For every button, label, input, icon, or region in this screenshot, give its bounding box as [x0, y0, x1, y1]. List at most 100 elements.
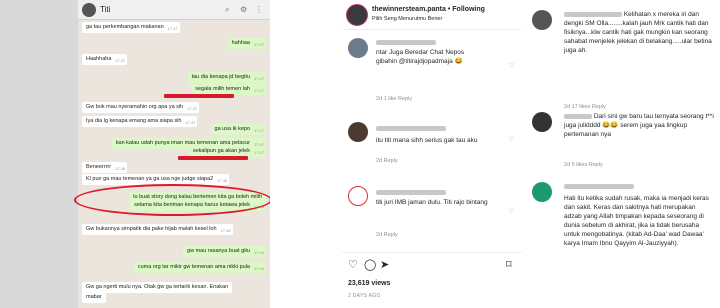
message-time: 17.48 [115, 166, 126, 171]
message-time: 17.47 [187, 106, 198, 111]
message-text: sekalipun ga akan jelek [192, 148, 250, 154]
whatsapp-chat-panel: Titi ⌕ ⚙ ⋮ ga tau perkembangan makanan 17… [0, 0, 270, 308]
instagram-post-panel: thewinnersteam.panta • Following Pilih S… [342, 0, 522, 308]
message-text: Gw bok mau nyeramahin org apa ya sih [86, 104, 184, 110]
commenter-avatar[interactable] [532, 182, 552, 202]
comment-username-redacted [376, 38, 516, 47]
contact-name[interactable]: Titi [100, 5, 110, 14]
settings-icon[interactable]: ⚙ [240, 5, 247, 14]
message-bubble: mabar [82, 292, 106, 303]
message-time: 17.48 [220, 228, 231, 233]
post-date: 2 DAYS AGO [348, 293, 381, 299]
message-time: 17.47 [167, 26, 178, 31]
message-bubble: Beneerrrrr 17.48 [82, 162, 128, 173]
red-underline [178, 156, 248, 160]
bookmark-icon[interactable]: ⌑ [506, 260, 512, 271]
like-heart-icon[interactable]: ♡ [509, 62, 514, 69]
more-icon[interactable]: ⋮ [255, 5, 263, 14]
commenter-avatar[interactable] [348, 186, 368, 206]
comment-username-redacted [376, 124, 516, 133]
comments-panel: Kelihatan x mereka iri dan dengki SM Oll… [532, 0, 720, 308]
message-time: 17.47 [253, 128, 264, 133]
username[interactable]: thewinnersteam.panta [372, 6, 446, 13]
account-avatar[interactable] [346, 4, 368, 26]
message-time: 17.47 [253, 42, 264, 47]
comment-meta[interactable]: 2d 5 likes Reply [564, 162, 603, 168]
message-text: tau dia kenapa jd begitu [191, 74, 250, 80]
message-text: Gw ga ngerti mulu nya. Otak gw ga tertar… [86, 284, 229, 290]
comment-meta[interactable]: 2d 17 likes Reply [564, 104, 606, 110]
post-subtitle: Pilih Seng Menurutmu Bener [372, 16, 443, 22]
redacted-name [564, 11, 622, 17]
comment-text: Kelihatan x mereka iri dan dengki SM Oll… [564, 10, 714, 55]
comment-text: titi juri IMB jaman dulu. Titi rajo bint… [376, 199, 488, 206]
message-text: Beneerrrrr [86, 164, 112, 170]
comment-text: Hati itu ketika sudah rusak, maka ia men… [564, 195, 709, 247]
message-bubble: ga usa ik kepo 17.47 [210, 124, 266, 135]
message-bubble: cuma org tar mikir gw temenan ama nikki … [133, 262, 266, 273]
message-text: hahhaa [231, 40, 250, 46]
message-bubble: Gw bukannya simpatik dia pake hijab mala… [82, 224, 233, 235]
screenshot-collage: Titi ⌕ ⚙ ⋮ ga tau perkembangan makanan 17… [0, 0, 720, 308]
comment-item: Dari sini gw baru tau ternyata seorang t… [532, 112, 718, 170]
message-bubble: tau dia kenapa jd begitu 17.47 [187, 72, 266, 83]
message-text: ga tau perkembangan makanan [86, 24, 164, 30]
account-username[interactable]: thewinnersteam.panta • Following [372, 6, 485, 13]
message-text: mabar [86, 294, 102, 300]
message-bubble: Haahhaha 17.47 [82, 54, 128, 65]
message-text: Kl pun ga mau temenan ya ga usa nge judg… [86, 176, 214, 182]
contact-avatar[interactable] [82, 3, 96, 17]
commenter-avatar[interactable] [532, 112, 552, 132]
message-text: Gw bukannya simpatik dia pake hijab mala… [86, 226, 217, 232]
comment-meta[interactable]: 2d 1 like Reply [376, 96, 412, 102]
message-list: ga tau perkembangan makanan 17.47 hahhaa 1… [74, 20, 270, 308]
like-heart-icon[interactable]: ♡ [509, 136, 514, 143]
search-icon[interactable]: ⌕ [225, 5, 229, 15]
comment-meta[interactable]: 2d Reply [376, 158, 398, 164]
comment-username-redacted [376, 188, 516, 197]
comment-meta[interactable]: 2d Reply [376, 232, 398, 238]
comment-item: ntar Juga Beredar Chat Nepos gibahin @ti… [348, 38, 518, 108]
following-label[interactable]: • Following [448, 6, 485, 13]
like-heart-icon[interactable]: ♡ [509, 208, 514, 215]
message-text: cuma org tar mikir gw temenan ama nikki … [137, 264, 250, 270]
share-icon[interactable]: ➤ [380, 260, 389, 271]
comment-item: Kelihatan x mereka iri dan dengki SM Oll… [532, 10, 718, 110]
message-time: 17.49 [253, 250, 264, 255]
commenter-avatar[interactable] [532, 10, 552, 30]
message-bubble: hahhaa 17.47 [227, 38, 266, 49]
message-time: 17.48 [217, 178, 228, 183]
heart-icon[interactable]: ♡ [348, 260, 358, 271]
message-time: 17.49 [253, 266, 264, 271]
comment-icon[interactable]: ◯ [364, 260, 376, 271]
message-time: 17.47 [185, 120, 196, 125]
redacted-name [376, 189, 446, 195]
comment-text: ntar Juga Beredar Chat Nepos gibahin @ti… [376, 49, 465, 65]
commenter-avatar[interactable] [348, 38, 368, 58]
redacted-name [564, 183, 634, 189]
message-bubble: Gw bok mau nyeramahin org apa ya sih 17.4… [82, 102, 200, 113]
view-count[interactable]: 23,619 views [348, 280, 390, 287]
message-time: 17.47 [115, 58, 126, 63]
blurred-area [0, 0, 78, 308]
red-underline [164, 94, 234, 98]
post-actions-bar: ♡ ◯ ➤ ⌑ [342, 252, 522, 278]
message-bubble: ga tau perkembangan makanan 17.47 [82, 22, 180, 33]
comment-text: Dari sini gw baru tau ternyata seorang t… [564, 112, 714, 139]
message-time: 17.47 [253, 88, 264, 93]
comment-username-redacted [564, 182, 714, 191]
redacted-name [376, 125, 446, 131]
message-text: ga usa ik kepo [214, 126, 250, 132]
comment-item: titi juri IMB jaman dulu. Titi rajo bint… [348, 186, 518, 246]
comment-item: itu titi mana sihh serius gak tau aku 2d… [348, 122, 518, 166]
message-text: gw mau rasanya buat gitu [187, 248, 250, 254]
message-text: Iya dia lg kenapa emang ama siapa sih [86, 118, 182, 124]
post-header: thewinnersteam.panta • Following Pilih S… [342, 0, 522, 30]
comment-item: Hati itu ketika sudah rusak, maka ia men… [532, 182, 718, 304]
commenter-avatar[interactable] [348, 122, 368, 142]
message-bubble: Iya dia lg kenapa emang ama siapa sih 17.… [82, 116, 198, 127]
message-text: Haahhaha [86, 56, 112, 62]
message-time: 17.47 [253, 76, 264, 81]
redacted-name [564, 113, 592, 119]
message-text: segala milih temen lah [195, 86, 250, 92]
